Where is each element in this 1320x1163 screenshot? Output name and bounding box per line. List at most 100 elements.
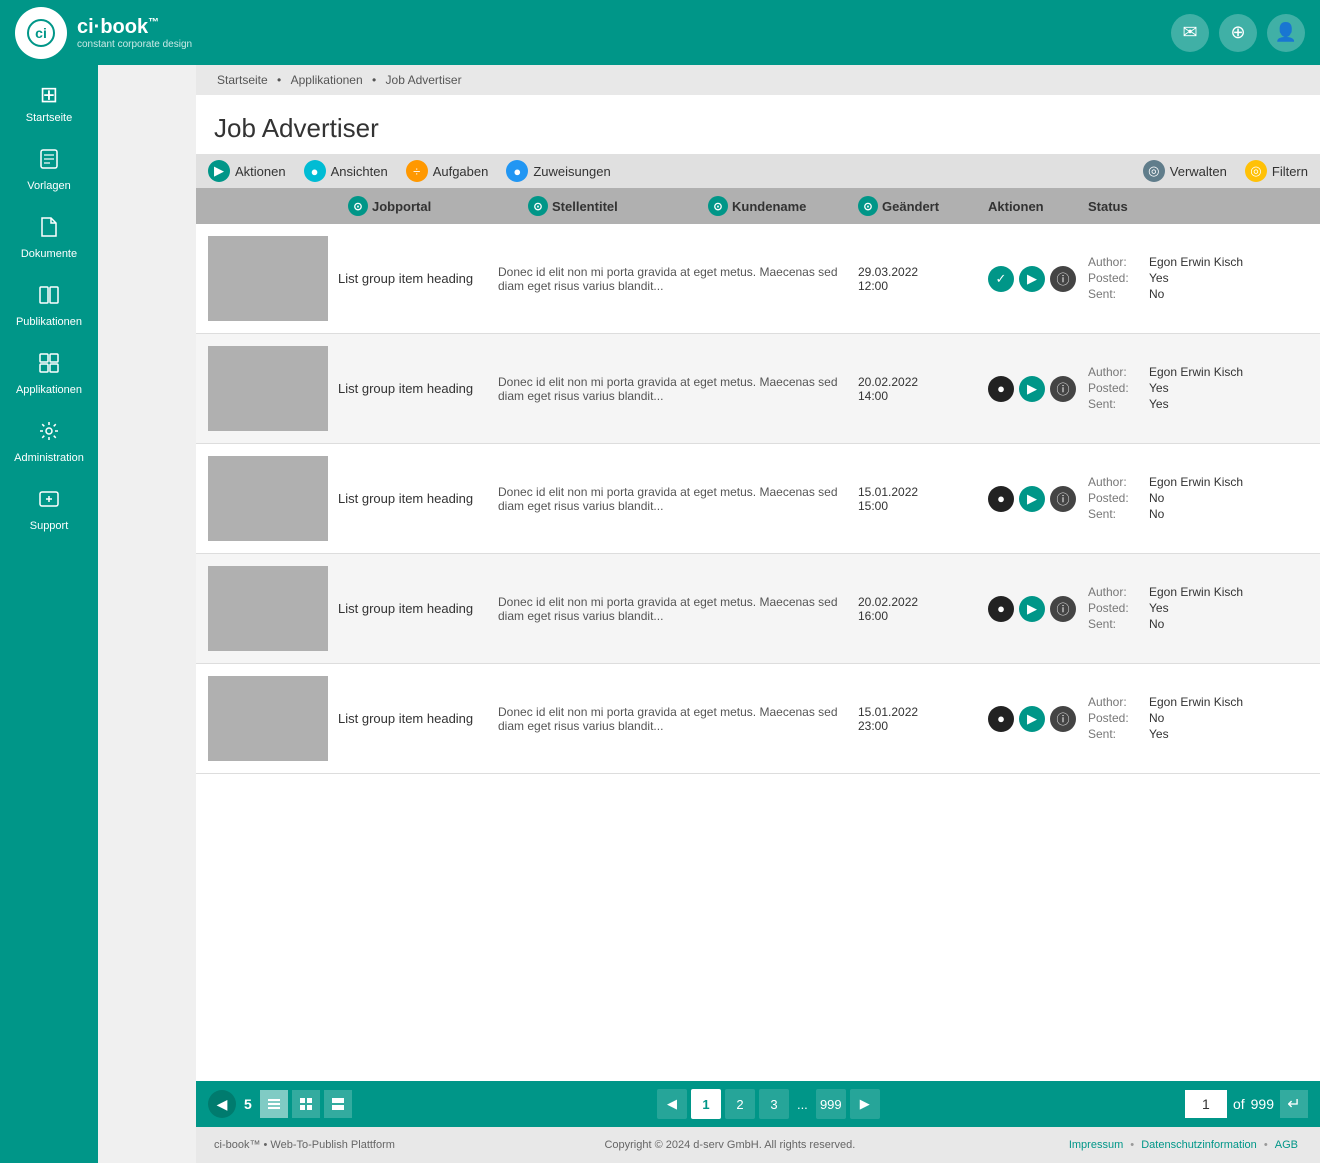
pagination-back-button[interactable]: ◀ bbox=[208, 1090, 236, 1118]
table-row: List group item heading Donec id elit no… bbox=[196, 444, 1320, 554]
action-play-0[interactable]: ▶ bbox=[1019, 266, 1045, 292]
page-999-button[interactable]: 999 bbox=[816, 1089, 846, 1119]
user-icon-button[interactable]: 👤 bbox=[1267, 14, 1305, 52]
action-play-4[interactable]: ▶ bbox=[1019, 706, 1045, 732]
sidebar-label-applikationen: Applikationen bbox=[16, 384, 82, 396]
filtern-icon: ◎ bbox=[1245, 160, 1267, 182]
toolbar-aufgaben-label: Aufgaben bbox=[433, 164, 489, 179]
action-play-1[interactable]: ▶ bbox=[1019, 376, 1045, 402]
th-jobportal[interactable]: ⊙ Jobportal bbox=[348, 196, 528, 216]
aufgaben-icon: ÷ bbox=[406, 160, 428, 182]
th-jobportal-icon: ⊙ bbox=[348, 196, 368, 216]
footer-datenschutz-link[interactable]: Datenschutzinformation bbox=[1141, 1139, 1257, 1151]
row-status-4: Author: Egon Erwin Kisch Posted: No Sent… bbox=[1088, 695, 1308, 743]
row-actions-1: ● ▶ ⓘ bbox=[988, 376, 1088, 402]
table-header: ⊙ Jobportal ⊙ Stellentitel ⊙ Kundename ⊙… bbox=[196, 188, 1320, 224]
page-1-button[interactable]: 1 bbox=[691, 1089, 721, 1119]
toolbar-aktionen[interactable]: ▶ Aktionen bbox=[208, 160, 286, 182]
view-split-button[interactable] bbox=[324, 1090, 352, 1118]
logo-area: ci ci·book™ constant corporate design bbox=[15, 7, 192, 59]
sidebar-label-dokumente: Dokumente bbox=[21, 248, 77, 260]
footer-center: Copyright © 2024 d-serv GmbH. All rights… bbox=[604, 1139, 855, 1151]
action-info-3[interactable]: ⓘ bbox=[1050, 596, 1076, 622]
page-2-button[interactable]: 2 bbox=[725, 1089, 755, 1119]
action-play-2[interactable]: ▶ bbox=[1019, 486, 1045, 512]
row-title-4: List group item heading bbox=[338, 711, 498, 726]
action-info-4[interactable]: ⓘ bbox=[1050, 706, 1076, 732]
row-description-1: Donec id elit non mi porta gravida at eg… bbox=[498, 375, 858, 403]
view-list-button[interactable] bbox=[260, 1090, 288, 1118]
action-info-0[interactable]: ⓘ bbox=[1050, 266, 1076, 292]
page-number-input[interactable] bbox=[1185, 1090, 1227, 1118]
logo-icon: ci bbox=[15, 7, 67, 59]
applikationen-icon bbox=[38, 352, 60, 380]
th-kundename[interactable]: ⊙ Kundename bbox=[708, 196, 858, 216]
pagination-prev-button[interactable]: ◀ bbox=[657, 1089, 687, 1119]
sidebar-label-support: Support bbox=[30, 520, 69, 532]
sidebar-item-administration[interactable]: Administration bbox=[0, 408, 98, 476]
action-info-1[interactable]: ⓘ bbox=[1050, 376, 1076, 402]
toolbar-aufgaben[interactable]: ÷ Aufgaben bbox=[406, 160, 489, 182]
sidebar-label-startseite: Startseite bbox=[26, 112, 72, 124]
row-date-0: 29.03.202212:00 bbox=[858, 265, 988, 293]
breadcrumb-applikationen: Applikationen bbox=[291, 73, 363, 87]
footer-left: ci-book™ • Web-To-Publish Plattform bbox=[214, 1139, 395, 1151]
pagination-count: 5 bbox=[244, 1096, 252, 1112]
pagination-next-button[interactable]: ▶ bbox=[850, 1089, 880, 1119]
page-footer: ci-book™ • Web-To-Publish Plattform Copy… bbox=[196, 1127, 1320, 1163]
sidebar: ⊞ Startseite Vorlagen Dokumente bbox=[0, 0, 98, 1163]
row-thumbnail-2 bbox=[208, 456, 328, 541]
toolbar-zuweisungen[interactable]: ● Zuweisungen bbox=[506, 160, 610, 182]
envelope-icon-button[interactable]: ✉ bbox=[1171, 14, 1209, 52]
row-title-1: List group item heading bbox=[338, 381, 498, 396]
action-dot-1[interactable]: ● bbox=[988, 376, 1014, 402]
sidebar-item-support[interactable]: Support bbox=[0, 476, 98, 544]
row-thumbnail-0 bbox=[208, 236, 328, 321]
row-date-3: 20.02.202216:00 bbox=[858, 595, 988, 623]
row-description-0: Donec id elit non mi porta gravida at eg… bbox=[498, 265, 858, 293]
footer-impressum-link[interactable]: Impressum bbox=[1069, 1139, 1123, 1151]
main-content: Startseite • Applikationen • Job Adverti… bbox=[196, 65, 1320, 1163]
action-dot-2[interactable]: ● bbox=[988, 486, 1014, 512]
page-enter-button[interactable]: ↵ bbox=[1280, 1090, 1308, 1118]
toolbar-filtern[interactable]: ◎ Filtern bbox=[1245, 160, 1308, 182]
toolbar-filtern-label: Filtern bbox=[1272, 164, 1308, 179]
footer-links: Impressum • Datenschutzinformation • AGB bbox=[1065, 1139, 1302, 1151]
of-label: of bbox=[1233, 1096, 1245, 1112]
table-row: List group item heading Donec id elit no… bbox=[196, 554, 1320, 664]
sidebar-item-vorlagen[interactable]: Vorlagen bbox=[0, 136, 98, 204]
th-kundename-icon: ⊙ bbox=[708, 196, 728, 216]
sidebar-item-publikationen[interactable]: Publikationen bbox=[0, 272, 98, 340]
th-geaendert[interactable]: ⊙ Geändert bbox=[858, 196, 988, 216]
view-grid-button[interactable] bbox=[292, 1090, 320, 1118]
total-pages: 999 bbox=[1251, 1096, 1274, 1112]
table-row: List group item heading Donec id elit no… bbox=[196, 224, 1320, 334]
row-status-2: Author: Egon Erwin Kisch Posted: No Sent… bbox=[1088, 475, 1308, 523]
row-description-2: Donec id elit non mi porta gravida at eg… bbox=[498, 485, 858, 513]
sidebar-item-applikationen[interactable]: Applikationen bbox=[0, 340, 98, 408]
toolbar-verwalten-label: Verwalten bbox=[1170, 164, 1227, 179]
toolbar-ansichten[interactable]: ● Ansichten bbox=[304, 160, 388, 182]
vorlagen-icon bbox=[38, 148, 60, 176]
top-header: ci ci·book™ constant corporate design ✉ … bbox=[0, 0, 1320, 65]
publikationen-icon bbox=[38, 284, 60, 312]
view-toggle-buttons bbox=[260, 1090, 352, 1118]
page-3-button[interactable]: 3 bbox=[759, 1089, 789, 1119]
row-status-1: Author: Egon Erwin Kisch Posted: Yes Sen… bbox=[1088, 365, 1308, 413]
th-stellentitel[interactable]: ⊙ Stellentitel bbox=[528, 196, 708, 216]
table-rows: List group item heading Donec id elit no… bbox=[196, 224, 1320, 774]
action-dot-3[interactable]: ● bbox=[988, 596, 1014, 622]
action-play-3[interactable]: ▶ bbox=[1019, 596, 1045, 622]
row-actions-4: ● ▶ ⓘ bbox=[988, 706, 1088, 732]
footer-agb-link[interactable]: AGB bbox=[1275, 1139, 1298, 1151]
action-dot-4[interactable]: ● bbox=[988, 706, 1014, 732]
sidebar-item-startseite[interactable]: ⊞ Startseite bbox=[0, 70, 98, 136]
action-info-2[interactable]: ⓘ bbox=[1050, 486, 1076, 512]
toolbar-verwalten[interactable]: ◎ Verwalten bbox=[1143, 160, 1227, 182]
row-thumbnail-4 bbox=[208, 676, 328, 761]
logo-text: ci·book™ bbox=[77, 16, 192, 39]
action-check-0[interactable]: ✓ bbox=[988, 266, 1014, 292]
sidebar-item-dokumente[interactable]: Dokumente bbox=[0, 204, 98, 272]
row-title-2: List group item heading bbox=[338, 491, 498, 506]
compass-icon-button[interactable]: ⊕ bbox=[1219, 14, 1257, 52]
